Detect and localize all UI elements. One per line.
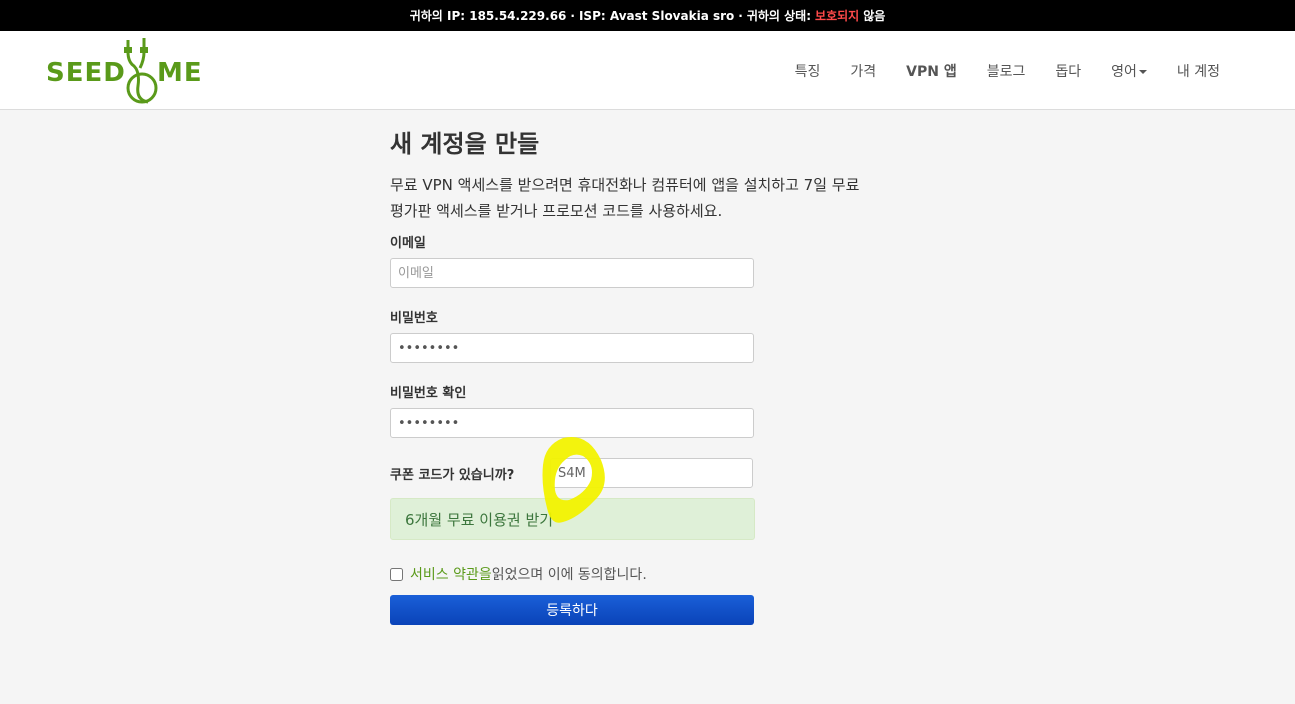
nav-help[interactable]: 돕다 — [1040, 61, 1096, 81]
email-label: 이메일 — [390, 236, 426, 251]
terms-checkbox[interactable] — [390, 567, 403, 581]
terms-row: 서비스 약관을 읽었으며 이에 동의합니다. — [390, 564, 647, 584]
coupon-code-field[interactable] — [550, 458, 753, 488]
terms-link[interactable]: 서비스 약관을 — [410, 564, 492, 584]
status-suffix: 않음 — [863, 9, 886, 23]
nav-language-dropdown[interactable]: 영어 — [1096, 61, 1162, 81]
password-label: 비밀번호 — [390, 311, 438, 326]
coupon-label: 쿠폰 코드가 있습니까? — [390, 468, 515, 483]
coupon-success-text: 6개월 무료 이용권 받기 — [405, 510, 554, 529]
nav-blog[interactable]: 블로그 — [972, 61, 1041, 81]
intro-text: 무료 VPN 액세스를 받으려면 휴대전화나 컴퓨터에 앱을 설치하고 7일 무… — [390, 176, 860, 220]
password-field[interactable] — [390, 333, 754, 363]
logo-text-right: ME — [157, 58, 203, 88]
nav-vpn-apps[interactable]: VPN 앱 — [891, 61, 972, 81]
confirm-password-label: 비밀번호 확인 — [390, 386, 467, 401]
confirm-password-field[interactable] — [390, 408, 754, 438]
register-button[interactable]: 등록하다 — [390, 595, 754, 625]
status-warning: 보호되지 — [815, 9, 860, 23]
nav-language-label: 영어 — [1111, 63, 1137, 80]
ip-status-bar: 귀하의 IP: 185.54.229.66 · ISP: Avast Slova… — [0, 0, 1295, 31]
separator: · — [570, 8, 575, 23]
nav-pricing[interactable]: 가격 — [835, 61, 891, 81]
coupon-success-alert: 6개월 무료 이용권 받기 — [390, 498, 755, 540]
status-label: 귀하의 상태: — [746, 9, 812, 23]
main-nav: 특징 가격 VPN 앱 블로그 돕다 영어 내 계정 — [780, 31, 1235, 110]
nav-features[interactable]: 특징 — [780, 61, 836, 81]
plug-logo-icon — [124, 38, 158, 104]
terms-text: 읽었으며 이에 동의합니다. — [491, 567, 647, 583]
logo-text-left: SEED — [46, 58, 126, 88]
caret-down-icon — [1138, 69, 1147, 74]
seed4me-logo[interactable]: SEED ME — [44, 38, 204, 104]
isp-text: ISP: Avast Slovakia sro — [578, 8, 735, 23]
email-field[interactable] — [390, 258, 754, 288]
ip-address-text: 귀하의 IP: 185.54.229.66 — [409, 9, 567, 23]
nav-my-account[interactable]: 내 계정 — [1162, 61, 1235, 81]
page-title: 새 계정을 만들 — [390, 130, 540, 158]
separator: · — [738, 8, 743, 23]
